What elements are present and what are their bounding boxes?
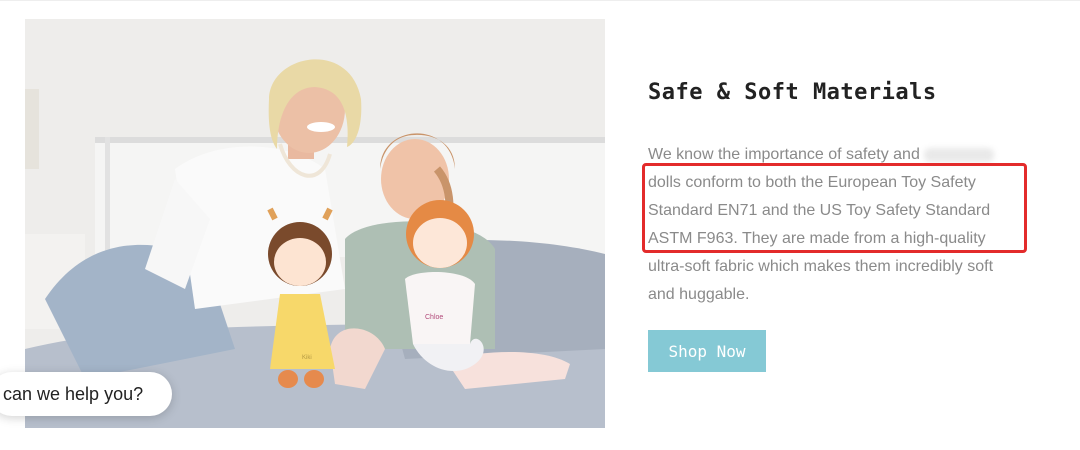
paragraph-line: ultra-soft fabric which makes them incre… <box>648 258 994 275</box>
doll-name-text: Chloe <box>425 314 443 321</box>
top-divider <box>0 0 1080 1</box>
section-heading: Safe & Soft Materials <box>648 80 937 105</box>
paragraph-line-text: We know the importance of safety and <box>648 146 920 163</box>
product-photo: Kiki Chloe <box>25 19 605 428</box>
blurred-brand-name <box>923 147 994 162</box>
chat-help-label: can we help you? <box>3 383 144 404</box>
annotation-highlight-box <box>642 163 1027 253</box>
shop-now-button[interactable]: Shop Now <box>648 330 766 372</box>
chat-help-bubble[interactable]: can we help you? <box>0 372 172 416</box>
paragraph-line: and huggable. <box>648 286 750 303</box>
doll-tag-text: Kiki <box>302 355 312 361</box>
